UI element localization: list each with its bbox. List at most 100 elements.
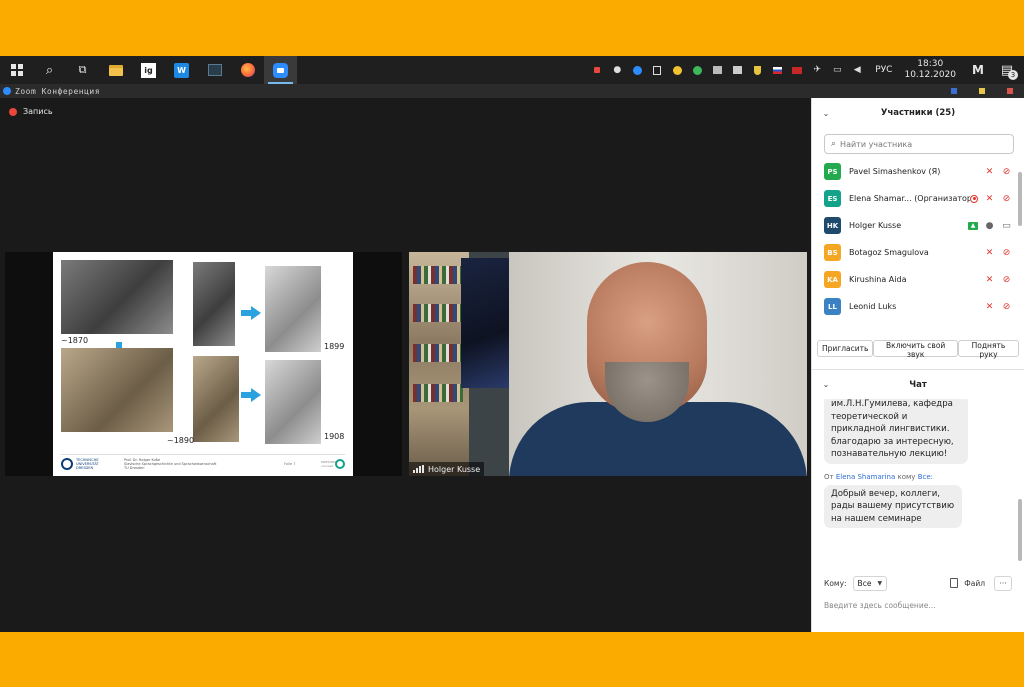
flag-red-icon[interactable] (790, 64, 804, 76)
from-prefix: От (824, 472, 834, 481)
chat-messages[interactable]: им.Л.Н.Гумилева, кафедра теоретической и… (812, 399, 1024, 569)
firefox-button[interactable] (231, 56, 264, 84)
search-button[interactable]: ⌕ (33, 56, 66, 84)
year-label: 1899 (324, 342, 345, 351)
chat-message: Добрый вечер, коллеги, рады вашему прису… (824, 484, 962, 528)
close-button[interactable] (996, 84, 1024, 98)
participant-status: ▲ ● ▭ (968, 220, 1012, 231)
close-icon (1007, 88, 1013, 94)
eagle-tray-icon[interactable]: ✈ (810, 64, 824, 76)
mic-muted-icon[interactable]: ✕ (984, 274, 995, 285)
participant-row[interactable]: PS Pavel Simashenkov (Я) ✕ ⊘ (812, 158, 1024, 185)
wps-office-button[interactable]: W (165, 56, 198, 84)
video-off-icon[interactable]: ⊘ (1001, 193, 1012, 204)
raise-hand-button[interactable]: Поднять руку (957, 340, 1019, 359)
message-recipient[interactable]: Все: (918, 473, 933, 481)
zoom-tray-icon[interactable] (630, 64, 644, 76)
video-off-icon[interactable]: ⊘ (1001, 301, 1012, 312)
window-controls (940, 84, 1024, 98)
language-indicator[interactable]: РУС (875, 65, 892, 75)
clock[interactable]: 18:30 10.12.2020 (904, 59, 956, 81)
video-camera-icon[interactable]: ▭ (1001, 220, 1012, 231)
participant-status: ✕ ⊘ (984, 274, 1012, 285)
to-prefix: кому (897, 472, 916, 481)
presentation-slide: ~1870 1899 ~1890 1908 TECHNISCHE UNIVERS… (53, 252, 353, 476)
chat-scrollbar[interactable] (1018, 499, 1022, 561)
mic-muted-icon[interactable]: ✕ (984, 193, 995, 204)
books-row (413, 344, 463, 362)
start-button[interactable] (0, 56, 33, 84)
volume-icon[interactable]: ◀ (850, 64, 864, 76)
microphone-icon[interactable]: ● (984, 220, 995, 231)
chrome-tray-icon[interactable] (670, 64, 684, 76)
participant-row[interactable]: BS Botagoz Smagulova ✕ ⊘ (812, 239, 1024, 266)
system-tray: ● ✈ ▭ ◀ РУС 18:30 10.12.2020 M ▤ 3 (587, 56, 1024, 84)
screen-share-icon: ▲ (968, 221, 978, 230)
participant-row[interactable]: ES Elena Shamar... (Организатор) ✕ ⊘ (812, 185, 1024, 212)
terminal-button[interactable] (198, 56, 231, 84)
network-icon[interactable]: ▭ (830, 64, 844, 76)
photo-cowboy (193, 356, 239, 442)
mic-muted-icon[interactable]: ✕ (984, 166, 995, 177)
year-label: ~1870 (61, 336, 89, 345)
video-off-icon[interactable]: ⊘ (1001, 274, 1012, 285)
books-row (413, 384, 463, 402)
participant-row[interactable]: HK Holger Kusse ▲ ● ▭ (812, 212, 1024, 239)
calendar-tray-icon[interactable] (730, 64, 744, 76)
participant-name: Elena Shamar... (Организатор) (849, 194, 970, 203)
chat-message-input[interactable] (824, 601, 1012, 610)
participant-name: Holger Kusse (849, 221, 902, 230)
participant-row[interactable]: LL Leonid Luks ✕ ⊘ (812, 293, 1024, 320)
participant-name: Pavel Simashenkov (Я) (849, 167, 941, 176)
ig-app-button[interactable]: ig (132, 56, 165, 84)
recording-indicator[interactable]: Запись (9, 107, 53, 116)
mic-muted-icon[interactable]: ✕ (984, 247, 995, 258)
recording-tray-icon[interactable] (590, 64, 604, 76)
participant-status: ✕ ⊘ (984, 247, 1012, 258)
chat-recipient-row: Кому: Все ▼ Файл ··· (812, 573, 1024, 593)
chat-message: им.Л.Н.Гумилева, кафедра теоретической и… (824, 399, 968, 464)
participant-list[interactable]: PS Pavel Simashenkov (Я) ✕ ⊘ ES Elena Sh… (812, 158, 1024, 326)
table-tray-icon[interactable] (710, 64, 724, 76)
file-button[interactable]: Файл (950, 578, 985, 588)
green-app-tray-icon[interactable] (690, 64, 704, 76)
participant-row[interactable]: KA Kirushina Aida ✕ ⊘ (812, 266, 1024, 293)
participants-header: ⌄ Участники (25) (812, 98, 1024, 128)
video-off-icon[interactable]: ⊘ (1001, 247, 1012, 258)
to-label: Кому: (824, 578, 847, 588)
folder-icon (108, 64, 123, 76)
message-sender[interactable]: Elena Shamarina (836, 473, 895, 481)
app-tray-icon[interactable] (650, 64, 664, 76)
participant-scrollbar[interactable] (1018, 172, 1022, 226)
zoom-app-icon (273, 62, 288, 78)
windows-logo-icon (10, 64, 23, 76)
more-options-button[interactable]: ··· (994, 575, 1012, 591)
video-off-icon[interactable]: ⊘ (1001, 166, 1012, 177)
speaker-video[interactable]: Holger Kusse (409, 252, 807, 476)
photo-interior (61, 348, 173, 432)
invite-button[interactable]: Пригласить (817, 340, 874, 357)
participant-search-input[interactable] (840, 139, 1001, 149)
chat-header: ⌄ Чат (812, 369, 1024, 399)
unmute-button[interactable]: Включить свой звук (873, 340, 958, 359)
minimize-icon (951, 88, 957, 94)
participant-actions: Пригласить Включить свой звук Поднять ру… (812, 340, 1024, 359)
year-label: 1908 (324, 432, 345, 441)
zoom-button[interactable] (264, 56, 297, 84)
m-app-icon[interactable]: M (969, 63, 987, 77)
slide-footer: TECHNISCHE UNIVERSITÄT DRESDEN Prof. Dr.… (61, 454, 345, 472)
participant-search[interactable]: ⌕ (824, 134, 1014, 154)
microphone-icon[interactable]: ● (610, 64, 624, 76)
recipient-select[interactable]: Все ▼ (852, 575, 888, 591)
shared-screen[interactable]: ~1870 1899 ~1890 1908 TECHNISCHE UNIVERS… (5, 252, 402, 476)
mic-muted-icon[interactable]: ✕ (984, 301, 995, 312)
file-explorer-button[interactable] (99, 56, 132, 84)
shield-icon[interactable] (750, 64, 764, 76)
maximize-button[interactable] (968, 84, 996, 98)
task-view-button[interactable]: ⧉ (66, 56, 99, 84)
participant-name: Leonid Luks (849, 302, 897, 311)
notification-center-button[interactable]: ▤ 3 (990, 56, 1024, 84)
flag-icon[interactable] (770, 64, 784, 76)
file-label: Файл (964, 578, 985, 588)
minimize-button[interactable] (940, 84, 968, 98)
